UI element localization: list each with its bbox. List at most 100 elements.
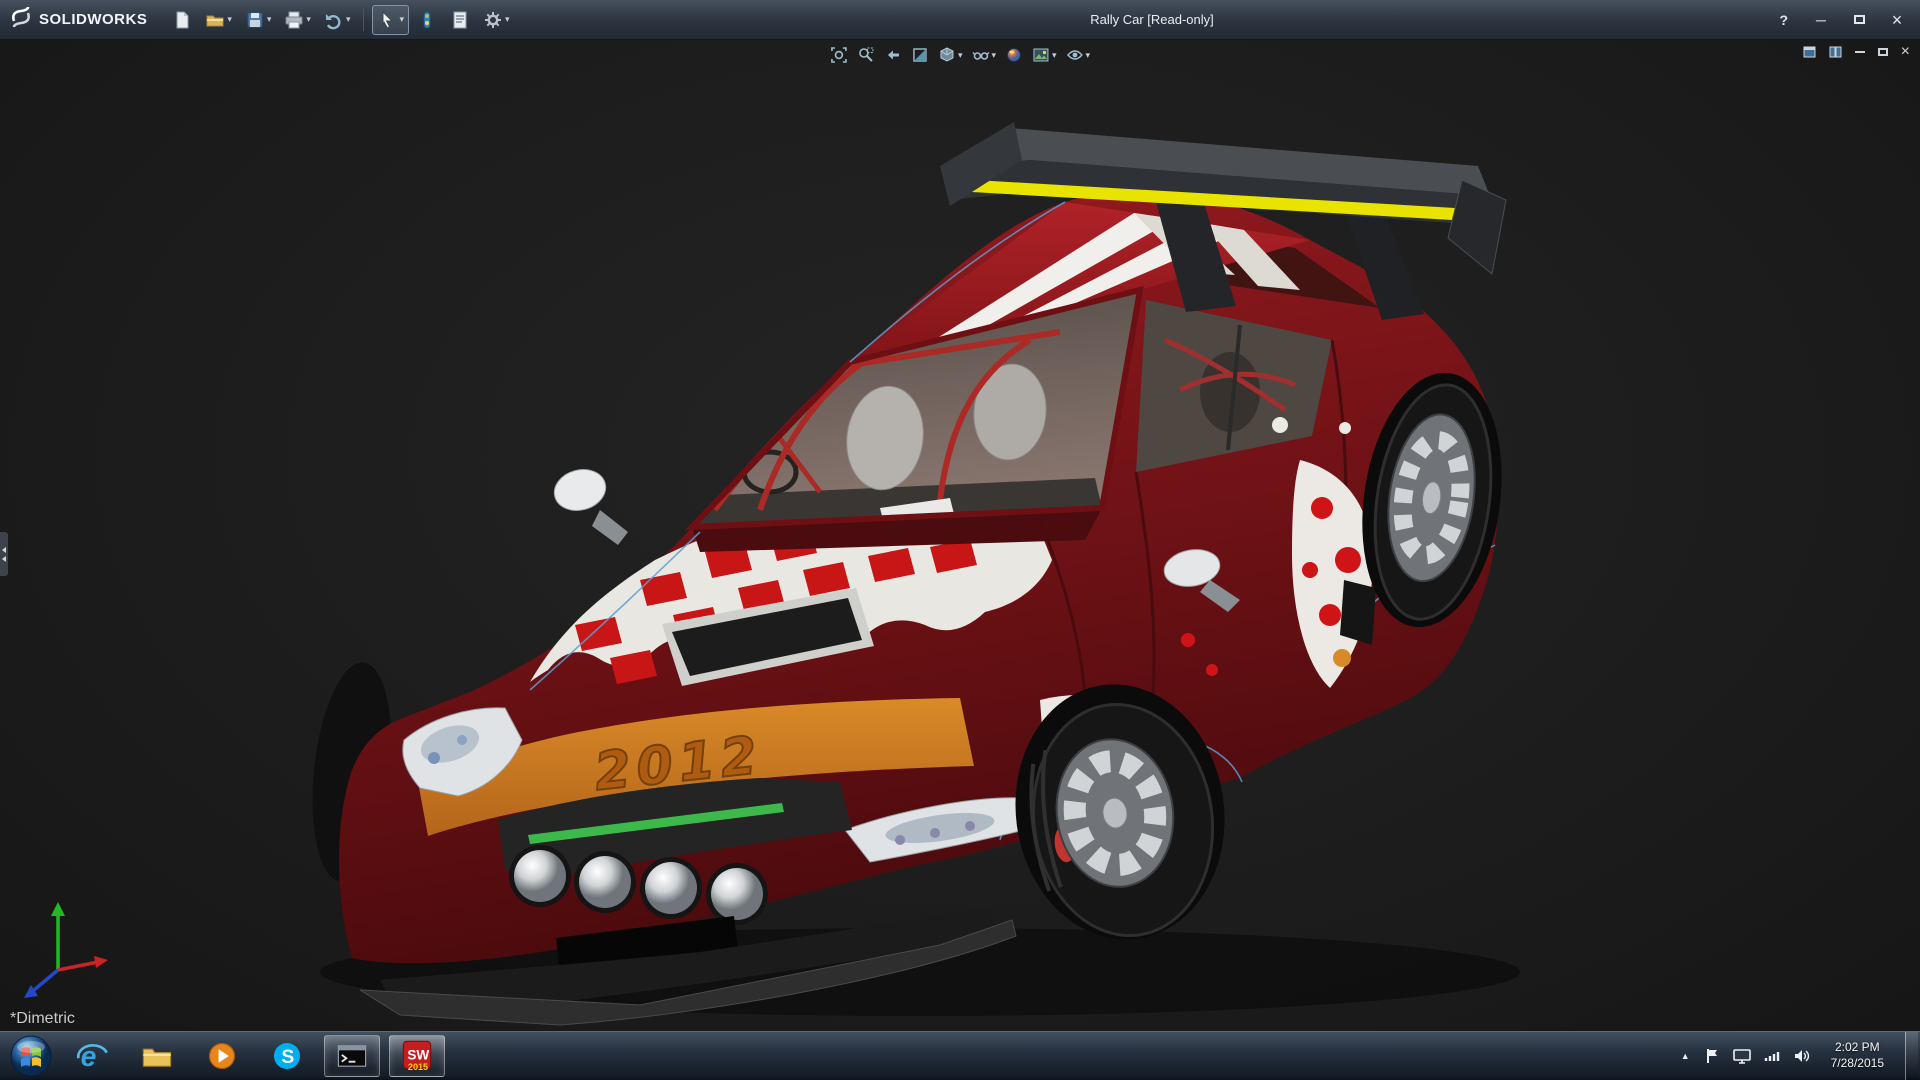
- taskbar-windows-explorer[interactable]: [129, 1035, 185, 1077]
- view-settings-button[interactable]: ▾: [1064, 44, 1093, 66]
- toolbar-separator: [363, 9, 364, 31]
- volume-tray-button[interactable]: [1793, 1049, 1810, 1063]
- doc-new-window-button[interactable]: [1803, 46, 1816, 58]
- media-player-icon: [205, 1039, 239, 1073]
- open-icon: [205, 10, 225, 30]
- undo-button[interactable]: ▾: [319, 5, 356, 35]
- apply-scene-button[interactable]: ▾: [1030, 44, 1059, 66]
- collapse-arrow-icon: [2, 556, 6, 562]
- taskbar-solidworks[interactable]: SW 2015: [389, 1035, 445, 1077]
- windows-explorer-icon: [140, 1039, 174, 1073]
- action-center-flag-icon: [1705, 1048, 1720, 1064]
- zoom-to-fit-icon: [830, 46, 848, 64]
- print-caret[interactable]: ▾: [306, 14, 311, 25]
- previous-view-button[interactable]: [882, 44, 904, 66]
- doc-minimize-button[interactable]: [1855, 51, 1865, 53]
- rebuild-icon: [417, 10, 437, 30]
- document-window-controls: ×: [1803, 44, 1910, 60]
- previous-view-icon: [884, 46, 902, 64]
- action-center-button[interactable]: [1705, 1048, 1720, 1064]
- display-style-icon: [938, 46, 956, 64]
- new-document-button[interactable]: [167, 5, 197, 35]
- zoom-area-button[interactable]: [855, 44, 877, 66]
- options-gear-icon: [483, 10, 503, 30]
- doc-close-button[interactable]: ×: [1901, 44, 1910, 60]
- rally-car-model[interactable]: 2012: [0, 40, 1920, 1031]
- collapse-arrow-icon: [2, 547, 6, 553]
- window-controls: ─ ×: [1812, 11, 1906, 29]
- clock-time: 2:02 PM: [1831, 1040, 1884, 1056]
- split-window-icon: [1829, 46, 1842, 58]
- svg-text:2015: 2015: [408, 1062, 428, 1072]
- side-intake: [1340, 580, 1376, 645]
- save-button[interactable]: ▾: [240, 5, 277, 35]
- undo-caret[interactable]: ▾: [346, 14, 351, 25]
- orientation-triad[interactable]: [24, 902, 108, 998]
- window-title: Rally Car [Read-only]: [1090, 12, 1214, 27]
- view-settings-caret[interactable]: ▾: [1086, 50, 1091, 61]
- select-caret[interactable]: ▾: [399, 14, 404, 25]
- file-properties-icon: [450, 10, 470, 30]
- taskbar-media-player[interactable]: [194, 1035, 250, 1077]
- pinned-apps: e S: [64, 1035, 445, 1077]
- display-style-button[interactable]: ▾: [936, 44, 965, 66]
- new-document-icon: [172, 10, 192, 30]
- svg-text:SW: SW: [407, 1047, 429, 1062]
- minimize-button[interactable]: ─: [1812, 11, 1830, 29]
- select-cursor-icon: [377, 10, 397, 30]
- heads-up-toolbar: ▾ ▾: [828, 44, 1092, 66]
- show-desktop-button[interactable]: [1905, 1032, 1918, 1080]
- doc-split-button[interactable]: [1829, 46, 1842, 58]
- zoom-area-icon: [857, 46, 875, 64]
- options-caret[interactable]: ▾: [505, 14, 510, 25]
- close-button[interactable]: ×: [1888, 11, 1906, 29]
- screen: SOLIDWORKS ▾: [0, 0, 1920, 1080]
- print-button[interactable]: ▾: [279, 5, 316, 35]
- taskbar-command-prompt[interactable]: [324, 1035, 380, 1077]
- edit-appearance-button[interactable]: [1003, 44, 1025, 66]
- hide-show-caret[interactable]: ▾: [991, 50, 996, 61]
- apply-scene-caret[interactable]: ▾: [1052, 50, 1057, 61]
- maximize-button[interactable]: [1850, 11, 1868, 29]
- taskbar-internet-explorer[interactable]: e: [64, 1035, 120, 1077]
- solidworks-2015-icon: SW 2015: [400, 1039, 434, 1073]
- left-mirror[interactable]: [550, 464, 628, 545]
- edit-appearance-icon: [1005, 46, 1023, 64]
- rebuild-button[interactable]: [412, 5, 442, 35]
- clock-date: 7/28/2015: [1831, 1056, 1884, 1072]
- volume-icon: [1793, 1049, 1810, 1063]
- open-button[interactable]: ▾: [200, 5, 237, 35]
- apply-scene-icon: [1032, 46, 1050, 64]
- display-settings-tray-button[interactable]: [1733, 1048, 1751, 1064]
- skype-icon: S: [270, 1039, 304, 1073]
- command-prompt-icon: [335, 1039, 369, 1073]
- hide-show-items-button[interactable]: ▾: [969, 44, 998, 66]
- zoom-to-fit-button[interactable]: [828, 44, 850, 66]
- start-orb-icon: [9, 1034, 53, 1078]
- hidden-icons-button[interactable]: ▲: [1679, 1051, 1692, 1061]
- system-tray: ▲: [1679, 1032, 1920, 1080]
- app-brand: SOLIDWORKS: [0, 6, 161, 33]
- taskbar-clock[interactable]: 2:02 PM 7/28/2015: [1823, 1040, 1892, 1071]
- options-button[interactable]: ▾: [478, 5, 515, 35]
- doc-restore-button[interactable]: [1878, 48, 1888, 56]
- doc-restore-icon: [1878, 48, 1888, 56]
- select-button[interactable]: ▾: [372, 5, 409, 35]
- feature-panel-collapsed-tab[interactable]: [0, 532, 8, 576]
- taskbar-skype[interactable]: S: [259, 1035, 315, 1077]
- section-view-button[interactable]: [909, 44, 931, 66]
- taskbar: e S: [0, 1031, 1920, 1080]
- view-orientation-label: *Dimetric: [10, 1010, 75, 1028]
- titlebar-right: ? ─ ×: [1775, 11, 1920, 29]
- start-button[interactable]: [8, 1033, 54, 1079]
- file-properties-button[interactable]: [445, 5, 475, 35]
- print-icon: [284, 10, 304, 30]
- network-tray-button[interactable]: [1764, 1049, 1780, 1063]
- display-style-caret[interactable]: ▾: [958, 50, 963, 61]
- open-caret[interactable]: ▾: [227, 14, 232, 25]
- maximize-icon: [1854, 15, 1865, 24]
- graphics-area[interactable]: ▾ ▾: [0, 40, 1920, 1031]
- save-caret[interactable]: ▾: [267, 14, 272, 25]
- save-icon: [245, 10, 265, 30]
- help-button[interactable]: ?: [1775, 12, 1792, 28]
